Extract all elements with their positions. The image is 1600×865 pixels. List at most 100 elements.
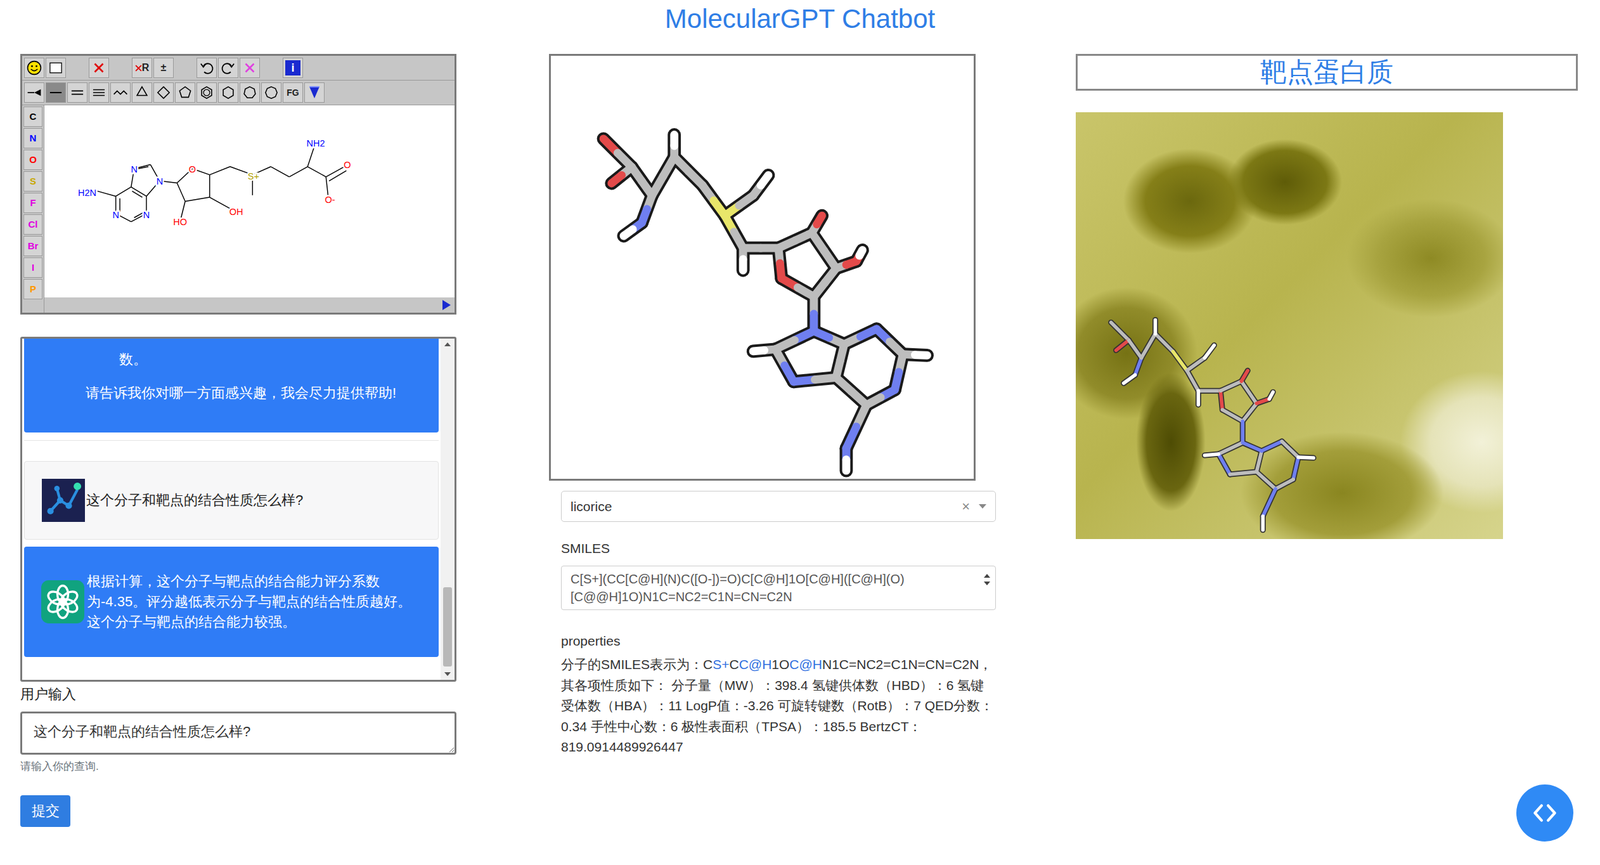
tool-button[interactable] <box>67 82 88 103</box>
toolbar-button[interactable] <box>110 57 131 78</box>
atom-button[interactable]: I <box>23 257 43 278</box>
properties-segment: C <box>729 656 739 672</box>
toolbar-button[interactable]: R <box>131 57 153 78</box>
atom-label: N <box>130 164 137 175</box>
atom-label: O <box>188 164 196 175</box>
drawing-canvas[interactable]: NNH2NNNOHOOHS+NH2OO- <box>44 105 455 298</box>
middle-column: licorice × SMILES C[S+](CC[C@H](N)C([O-]… <box>548 53 996 758</box>
3d-viewer[interactable] <box>548 53 976 481</box>
tool-button[interactable] <box>218 82 239 103</box>
dropdown-icon[interactable] <box>978 503 987 509</box>
message-separator <box>24 439 439 461</box>
toolbar-button[interactable] <box>196 57 217 78</box>
query-input[interactable] <box>20 711 457 755</box>
delete-r-label: R <box>135 62 150 74</box>
tool-button[interactable] <box>304 82 325 103</box>
code-icon <box>1528 796 1562 830</box>
docked-ligand <box>1075 112 1504 539</box>
scroll-track <box>440 346 455 672</box>
toolbar-button[interactable] <box>45 57 66 78</box>
toolbar-button[interactable] <box>261 57 282 78</box>
atom-label: N <box>143 209 150 220</box>
undo-icon <box>198 59 215 77</box>
properties-segment: 1O <box>771 656 790 672</box>
tool-button[interactable] <box>110 82 131 103</box>
tool-button[interactable] <box>239 82 260 103</box>
message-text: 请告诉我你对哪一方面感兴趣，我会尽力提供帮助! <box>85 381 426 405</box>
expand-icon[interactable] <box>442 299 451 310</box>
tool-button[interactable] <box>88 82 110 103</box>
select-clear[interactable]: × <box>961 498 970 515</box>
clear-icon <box>241 59 259 77</box>
style-select[interactable]: licorice × <box>561 490 996 522</box>
properties-segment: 分子的SMILES表示为：C <box>561 656 713 672</box>
new-icon <box>47 59 65 77</box>
chain-icon <box>112 84 129 101</box>
scroll-up-icon[interactable] <box>444 342 451 347</box>
assistant-message: 数。请告诉我你对哪一方面感兴趣，我会尽力提供帮助! <box>24 338 439 433</box>
smiles-field[interactable]: C[S+](CC[C@H](N)C([O-])=O)C[C@H]1O[C@H](… <box>561 565 996 610</box>
toolbar-button[interactable] <box>67 57 88 78</box>
properties-segment: C@H <box>789 656 823 672</box>
atom-label: S+ <box>247 171 260 182</box>
submit-button[interactable]: 提交 <box>20 794 71 827</box>
code-toggle-button[interactable] <box>1516 784 1574 842</box>
atom-button[interactable]: N <box>23 128 43 149</box>
toolbar-button[interactable]: ± <box>153 57 174 78</box>
right-column: 靶点蛋白质 <box>1075 53 1578 539</box>
atom-label: OH <box>229 206 244 217</box>
editor-body: CNOSFClBrIP NNH2NNNOHOOHS+NH2OO- <box>22 105 455 313</box>
scroll-thumb[interactable] <box>443 587 452 667</box>
atom-button[interactable]: O <box>23 149 43 170</box>
molecule-3d-render <box>550 55 974 479</box>
ring-icon <box>241 84 259 101</box>
stereo-bond-icon <box>25 84 43 101</box>
atom-palette: CNOSFClBrIP <box>22 105 45 313</box>
tool-button[interactable] <box>196 82 217 103</box>
ring-icon <box>219 84 237 101</box>
atom-button[interactable]: F <box>23 192 43 213</box>
editor-status-bar <box>44 297 455 313</box>
properties-text: 分子的SMILES表示为：CS+CC@H1OC@HN1C=NC2=C1N=CN=… <box>561 654 996 758</box>
smiles-value: C[S+](CC[C@H](N)C([O-])=O)C[C@H]1O[C@H](… <box>570 569 979 606</box>
smiles-label: SMILES <box>561 538 996 558</box>
tool-button[interactable] <box>45 82 66 103</box>
tool-button[interactable] <box>24 82 45 103</box>
atom-button[interactable]: P <box>23 278 43 300</box>
assistant-message: 根据计算，这个分子与靶点的结合能力评分系数为-4.35。评分越低表示分子与靶点的… <box>24 546 439 657</box>
atom-button[interactable]: Br <box>23 235 43 257</box>
input-hint: 请输入你的查询. <box>20 759 457 774</box>
atom-label: N <box>156 176 163 187</box>
triple-bond-icon <box>90 84 108 101</box>
tool-button[interactable] <box>153 82 174 103</box>
scroll-down-icon[interactable] <box>444 671 451 676</box>
input-label: 用户输入 <box>20 684 457 704</box>
tool-button[interactable]: FG <box>282 82 304 103</box>
tool-button[interactable] <box>131 82 153 103</box>
redo-icon <box>219 59 237 77</box>
app-title: MolecularGPT Chatbot <box>0 0 1600 54</box>
chat-history: 数。请告诉我你对哪一方面感兴趣，我会尽力提供帮助! 这个分子和靶点的结合性质怎么… <box>20 336 457 682</box>
message-list: 数。请告诉我你对哪一方面感兴趣，我会尽力提供帮助! 这个分子和靶点的结合性质怎么… <box>22 338 441 680</box>
atom-label: HO <box>173 216 188 227</box>
atom-button[interactable]: S <box>23 171 43 192</box>
atom-button[interactable]: C <box>23 106 43 127</box>
tool-button[interactable] <box>174 82 196 103</box>
atom-button[interactable]: Cl <box>23 214 43 235</box>
toolbar-button[interactable] <box>24 57 45 78</box>
properties-segment: S+ <box>712 656 730 672</box>
user-avatar-icon <box>41 478 85 522</box>
toolbar-button[interactable]: i <box>282 57 304 78</box>
chat-scrollbar[interactable] <box>440 338 455 680</box>
ring-icon <box>176 84 194 101</box>
toolbar-button[interactable] <box>218 57 239 78</box>
tool-button[interactable] <box>261 82 282 103</box>
target-header: 靶点蛋白质 <box>1075 53 1578 91</box>
toolbar-button[interactable] <box>88 57 110 78</box>
message-text: 根据计算，这个分子与靶点的结合能力评分系数为-4.35。评分越低表示分子与靶点的… <box>86 571 421 633</box>
spinner-icon[interactable] <box>983 569 991 606</box>
toolbar-button[interactable] <box>174 57 196 78</box>
properties-label: properties <box>561 631 996 651</box>
single-bond-icon <box>47 84 65 101</box>
toolbar-button[interactable] <box>239 57 260 78</box>
